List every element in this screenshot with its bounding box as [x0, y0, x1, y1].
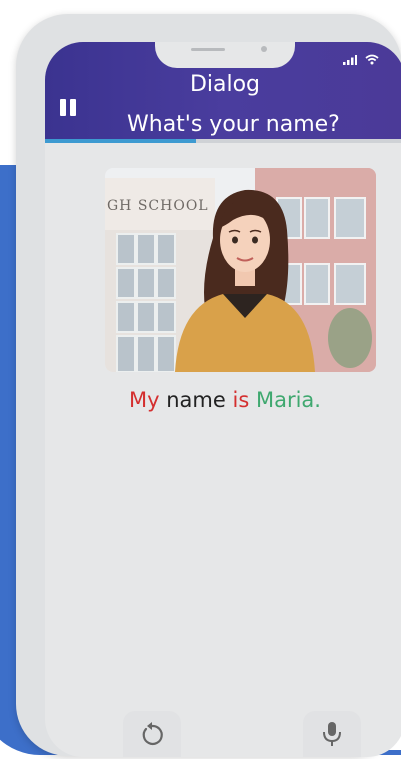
- pause-button[interactable]: [57, 96, 79, 118]
- status-bar: [343, 54, 379, 65]
- answer-sentence: My name is Maria.: [45, 388, 401, 412]
- replay-button[interactable]: [123, 711, 181, 757]
- pause-icon-bar: [70, 98, 76, 116]
- front-camera: [261, 46, 267, 52]
- phone-frame: Dialog What's your name? GH SCHOOL My na…: [16, 14, 401, 757]
- pause-icon: [60, 98, 66, 116]
- speaker-grille: [191, 48, 225, 51]
- replay-icon: [142, 722, 163, 746]
- sentence-word: name: [166, 388, 226, 412]
- dialog-title: Dialog: [189, 72, 261, 97]
- dialog-scene-image: GH SCHOOL: [105, 168, 376, 372]
- dialog-header: Dialog What's your name?: [45, 42, 401, 143]
- progress-bar: [45, 139, 401, 143]
- sentence-word: is: [232, 388, 250, 412]
- sentence-word: Maria.: [255, 388, 321, 412]
- phone-notch: [155, 42, 295, 68]
- scene-illustration: GH SCHOOL: [105, 168, 376, 372]
- school-sign-text: GH SCHOOL: [107, 198, 209, 214]
- sentence-word: My: [129, 388, 160, 412]
- app-stage: Dialog What's your name? GH SCHOOL My na…: [0, 0, 401, 759]
- microphone-icon: [323, 722, 341, 746]
- signal-icon: [343, 55, 357, 65]
- progress-fill: [45, 139, 197, 143]
- dialog-question: What's your name?: [127, 112, 340, 137]
- microphone-button[interactable]: [303, 711, 361, 757]
- wifi-icon: [365, 54, 379, 65]
- phone-screen: Dialog What's your name? GH SCHOOL My na…: [45, 42, 401, 757]
